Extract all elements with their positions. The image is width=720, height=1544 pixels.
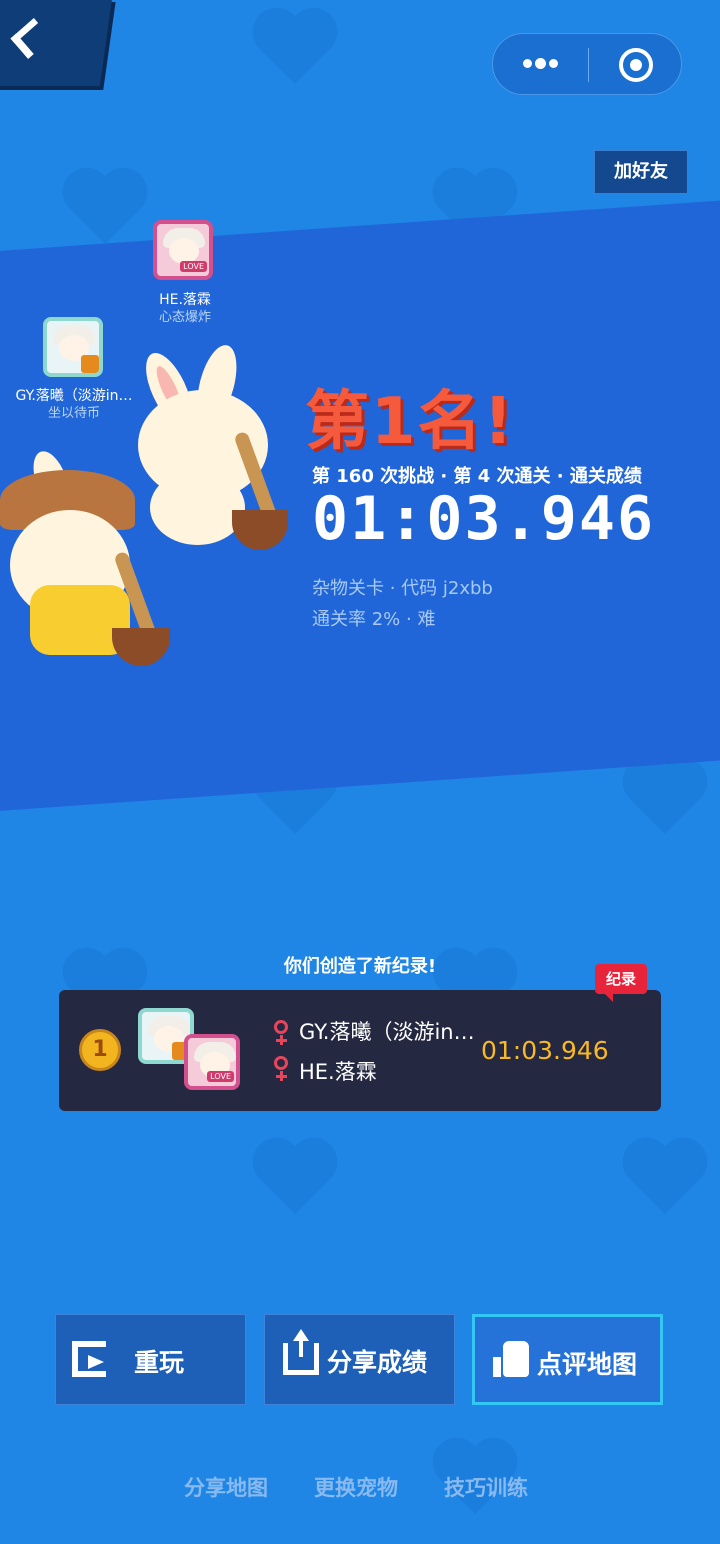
add-friend-button[interactable]: 加好友	[594, 150, 688, 194]
heart-pattern-icon	[60, 170, 150, 250]
target-icon[interactable]	[619, 48, 653, 82]
rank-title-text: 第1名!	[305, 385, 515, 459]
share-result-button[interactable]: 分享成绩	[264, 1314, 455, 1405]
female-icon	[274, 1056, 288, 1081]
replay-label: 重玩	[134, 1348, 185, 1377]
level-code-info: 杂物关卡 · 代码 j2xbb	[312, 578, 493, 599]
heart-pattern-icon	[620, 1140, 710, 1220]
rank-medal-icon: 1	[79, 1029, 121, 1071]
heart-pattern-icon	[620, 760, 710, 840]
back-button[interactable]	[0, 0, 113, 86]
player-avatar-he[interactable]: LOVE	[153, 220, 213, 280]
player-label-he: HE.落霖 心态爆炸	[120, 291, 250, 327]
skill-training-link[interactable]: 技巧训练	[444, 1472, 528, 1502]
record-player-name: GY.落曦（淡游in…	[299, 1020, 475, 1044]
replay-icon	[72, 1341, 106, 1377]
change-pet-link[interactable]: 更换宠物	[314, 1472, 398, 1502]
share-result-label: 分享成绩	[327, 1348, 428, 1377]
share-upload-icon	[283, 1333, 319, 1375]
chevron-left-icon	[10, 17, 52, 60]
female-icon	[274, 1020, 288, 1045]
mini-program-capsule	[492, 33, 682, 95]
heart-pattern-icon	[250, 10, 340, 90]
heart-pattern-icon	[250, 1140, 340, 1220]
clear-rate-info: 通关率 2% · 难	[312, 609, 436, 630]
rank-title-graphic: 第1名!	[305, 370, 545, 459]
replay-button[interactable]: 重玩	[55, 1314, 246, 1405]
review-map-label: 点评地图	[537, 1350, 638, 1379]
clear-time: 01:03.946	[312, 484, 656, 554]
player-name: HE.落霖	[159, 292, 211, 308]
record-tag-badge: 纪录	[595, 964, 647, 1002]
bunny-illustration	[0, 330, 300, 670]
share-map-link[interactable]: 分享地图	[184, 1472, 268, 1502]
review-map-button[interactable]: 点评地图	[472, 1314, 663, 1405]
thumbs-up-icon	[493, 1341, 529, 1377]
record-time: 01:03.946	[481, 1036, 609, 1065]
capsule-divider	[588, 48, 589, 82]
more-dots-icon[interactable]	[517, 34, 563, 94]
record-player-name: HE.落霖	[299, 1060, 377, 1084]
player-title: 心态爆炸	[158, 310, 211, 325]
record-avatar-he: LOVE	[184, 1034, 240, 1090]
